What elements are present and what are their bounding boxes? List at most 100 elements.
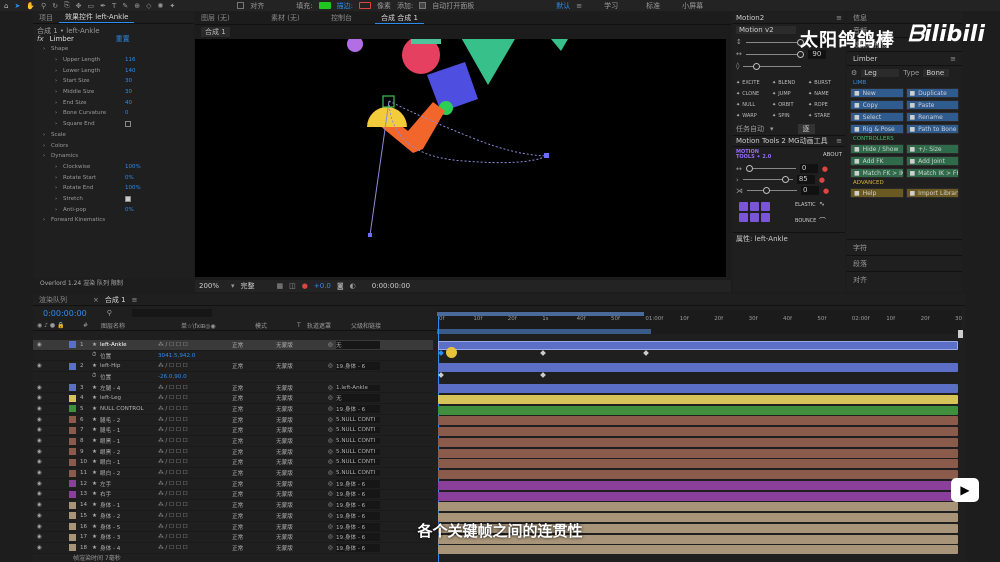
limber-button[interactable]: ■ Match IK > FK (905, 168, 959, 178)
label-color[interactable] (69, 341, 76, 349)
pick-whip-icon[interactable]: ◎ (328, 395, 336, 401)
fx-prop-row[interactable]: › Clockwise 100% (43, 162, 193, 173)
switch-icons[interactable]: ⁂ / ☐ ☐ ☐ (158, 342, 232, 348)
motion2-tool-button[interactable]: ✦ SPIN (772, 113, 806, 119)
layer-duration-bar[interactable] (438, 545, 958, 555)
quality-select[interactable]: 完整 (241, 281, 271, 291)
property-row[interactable]: ⏱ 位置 -26.0,90.0 (33, 372, 433, 383)
pick-whip-icon[interactable]: ◎ (328, 459, 336, 465)
label-color[interactable] (69, 373, 76, 380)
layer-name[interactable]: left-Hip (100, 363, 158, 369)
exposure-value[interactable]: +0.0 (314, 282, 331, 290)
fx-prop-row[interactable]: › Rotate Start 0% (43, 172, 193, 183)
pick-whip-icon[interactable]: ◎ (328, 513, 336, 519)
track-matte-select[interactable]: 无蒙版 (276, 384, 328, 392)
pick-whip-icon[interactable]: ◎ (328, 438, 336, 444)
switch-icons[interactable]: ⁂ / ☐ ☐ ☐ (158, 470, 232, 476)
tab-comp-1[interactable]: 合成 1 (99, 295, 132, 305)
align-tab[interactable]: 对齐 (847, 271, 962, 287)
stroke-swatch[interactable] (358, 2, 371, 9)
label-color[interactable] (69, 458, 76, 466)
fx-prop-value[interactable]: 0% (125, 207, 134, 213)
layer-row[interactable]: ◉ 7 ★ 腿毛 - 1 ⁂ / ☐ ☐ ☐ 正常 无蒙版 ◎ 5.NULL CONTI (33, 426, 433, 437)
slider-2[interactable] (745, 50, 804, 58)
layer-name[interactable]: 位置 (100, 373, 158, 381)
tab-console[interactable]: 控制台 (325, 13, 375, 23)
tab-project[interactable]: 项目 (33, 13, 59, 23)
switch-icons[interactable]: ⁂ / ☐ ☐ ☐ (158, 385, 232, 391)
property-value[interactable]: -26.0,90.0 (158, 374, 232, 380)
reset-dot-icon[interactable]: ● (819, 176, 825, 184)
pick-whip-icon[interactable]: ◎ (328, 427, 336, 433)
rect-tool-icon[interactable]: ▭ (88, 2, 95, 10)
label-color[interactable] (69, 501, 76, 509)
layer-duration-bar[interactable] (438, 491, 958, 501)
slider-1[interactable] (745, 38, 804, 46)
pick-whip-icon[interactable]: ◎ (328, 502, 336, 508)
mt2-value-3[interactable]: 0 (801, 186, 819, 195)
workspace-standard[interactable]: 标准 (646, 1, 660, 11)
label-color[interactable] (69, 426, 76, 434)
mt2-value-1[interactable]: 0 (799, 164, 818, 173)
pan-tool-icon[interactable]: ✥ (76, 2, 82, 10)
visibility-eye-icon[interactable]: ◉ (33, 385, 69, 391)
layer-duration-bar[interactable] (438, 341, 958, 350)
parent-select[interactable]: 无 (336, 340, 380, 349)
parent-select[interactable]: 无 (336, 394, 380, 403)
visibility-eye-icon[interactable]: ◉ (33, 406, 69, 412)
layer-duration-bar[interactable] (438, 470, 958, 479)
blend-mode-select[interactable]: 正常 (232, 448, 276, 456)
parent-select[interactable]: 19.身体 - 6 (336, 511, 380, 520)
label-color[interactable] (69, 384, 76, 392)
label-color[interactable] (69, 362, 76, 370)
layer-duration-bar[interactable] (438, 405, 958, 415)
layer-name[interactable]: 眼白 - 2 (100, 469, 158, 477)
switch-icons[interactable]: ⁂ / ☐ ☐ ☐ (158, 363, 232, 369)
blend-mode-select[interactable]: 正常 (232, 490, 276, 498)
fx-prop-row[interactable]: › Colors (43, 140, 193, 151)
tangent-handle[interactable] (368, 233, 372, 237)
layer-row[interactable]: ◉ 2 ★ left-Hip ⁂ / ☐ ☐ ☐ 正常 无蒙版 ◎ 19.身体 - 6 (33, 361, 433, 373)
twirl-chevron-icon[interactable]: › (55, 164, 63, 170)
layer-duration-bar[interactable] (438, 384, 958, 393)
track-matte-select[interactable]: 无蒙版 (276, 362, 328, 370)
parent-select[interactable]: 19.身体 - 6 (336, 543, 380, 552)
switch-icons[interactable]: ⁂ / ☐ ☐ ☐ (158, 427, 232, 433)
twirl-chevron-icon[interactable]: › (43, 46, 51, 52)
visibility-eye-icon[interactable]: ◉ (33, 470, 69, 476)
fill-swatch[interactable] (318, 2, 331, 9)
limber-button[interactable]: ■ Paste (905, 100, 959, 110)
switch-icons[interactable]: ⁂ / ☐ ☐ ☐ (158, 513, 232, 519)
fx-prop-row[interactable]: › Forward Kinematics (43, 215, 193, 226)
tab-effect-controls[interactable]: 效果控件 left-Ankle (59, 12, 135, 23)
layer-duration-bar[interactable] (438, 502, 958, 512)
visibility-eye-icon[interactable]: ◉ (33, 363, 69, 369)
tab-layer[interactable]: 图层 (无) (195, 13, 265, 23)
motion2-tool-button[interactable]: ✦ BURST (808, 80, 842, 86)
blend-mode-select[interactable]: 正常 (232, 458, 276, 466)
fx-prop-row[interactable]: › Scale (43, 130, 193, 141)
camera-tool-icon[interactable]: ⎘ (64, 1, 70, 10)
checkbox[interactable] (125, 121, 131, 128)
reset-dot-icon[interactable]: ● (823, 187, 829, 195)
mask-icon[interactable]: ◫ (289, 282, 296, 290)
pick-whip-icon[interactable]: ◎ (328, 481, 336, 487)
blend-mode-select[interactable]: 正常 (232, 384, 276, 392)
add-label[interactable]: 添加: (397, 1, 413, 11)
keyframe-selected[interactable] (446, 347, 457, 358)
parent-select[interactable]: 19.身体 - 6 (336, 404, 380, 413)
twirl-chevron-icon[interactable]: › (43, 132, 51, 138)
track-matte-select[interactable]: 无蒙版 (276, 544, 328, 552)
layer-name[interactable]: 身体 - 1 (100, 501, 158, 509)
motion2-tool-button[interactable]: ✦ NULL (736, 102, 770, 108)
limber-button[interactable]: ■ Help (850, 188, 904, 198)
fx-prop-value[interactable]: 30 (125, 89, 132, 95)
label-color[interactable] (69, 490, 76, 498)
selection-tool-icon[interactable]: ➤ (14, 2, 20, 10)
blend-mode-select[interactable]: 正常 (232, 394, 276, 402)
label-color[interactable] (69, 469, 76, 477)
track-matte-select[interactable]: 无蒙版 (276, 480, 328, 488)
blend-mode-select[interactable]: 正常 (232, 480, 276, 488)
easing-presets-grid[interactable] (739, 202, 770, 222)
twirl-chevron-icon[interactable]: › (55, 100, 63, 106)
